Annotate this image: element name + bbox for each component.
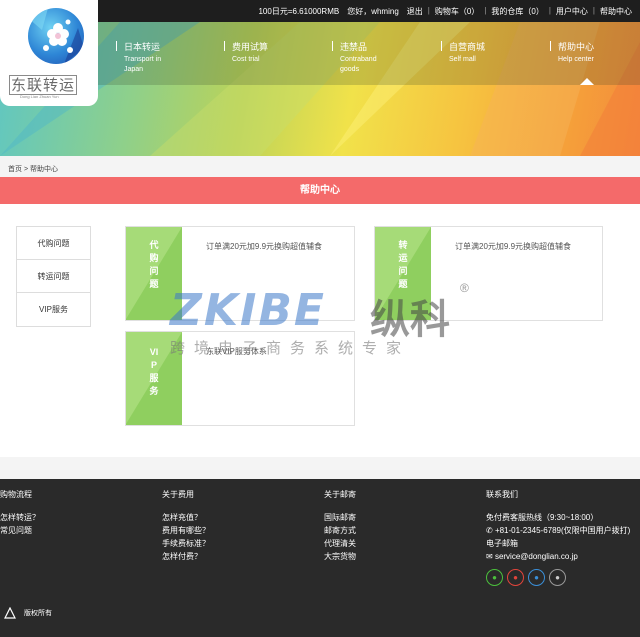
card-side-panel: 代购问题: [126, 227, 182, 320]
breadcrumb-separator: >: [23, 166, 29, 173]
footer-col-title: 关于邮寄: [324, 490, 356, 499]
weibo-icon[interactable]: ●: [507, 569, 524, 586]
hotline-text: 免付费客服热线（9:30~18:00）: [486, 513, 599, 522]
breadcrumb: 首页 > 帮助中心: [8, 164, 58, 174]
email-address[interactable]: service@donglian.co.jp: [495, 552, 578, 561]
qq-icon[interactable]: ●: [528, 569, 545, 586]
nav-sublabel: Contraband goods: [340, 56, 377, 73]
nav-cost-trial[interactable]: 费用试算 Cost trial: [224, 40, 269, 65]
card-text: 订单满20元加9.9元换购超值辅食: [455, 242, 572, 251]
apple-icon[interactable]: ●: [549, 569, 566, 586]
card-text: 订单满20元加9.9元换购超值辅食: [206, 242, 323, 251]
help-card-transport[interactable]: 转运问题 订单满20元加9.9元换购超值辅食: [374, 226, 603, 321]
nav-label: 费用试算: [232, 42, 269, 52]
nav-divider: [224, 41, 225, 51]
help-center-link[interactable]: 帮助中心: [596, 6, 636, 17]
footer-col-title: 购物流程: [0, 490, 32, 499]
footer-link[interactable]: 代理清关: [324, 537, 356, 550]
help-content: 代购问题 转运问题 VIP服务 代购问题 订单满20元加9.9元换购超值辅食 转…: [0, 204, 640, 457]
footer-link[interactable]: 怎样充值？: [162, 511, 210, 524]
user-center-link[interactable]: 用户中心: [552, 6, 592, 17]
wechat-icon[interactable]: ●: [486, 569, 503, 586]
footer-col-title: 联系我们: [486, 490, 518, 499]
top-links: 100日元=6.61000RMB 您好，whming 退出 | 购物车（0） |…: [254, 6, 636, 17]
logo-text: 东联转运: [9, 75, 78, 95]
footer-col-title: 关于费用: [162, 490, 194, 499]
footer-col-shopping: 购物流程 怎样转运？ 常见问题: [0, 489, 40, 537]
warehouse-link[interactable]: 我的仓库（0）: [487, 6, 547, 17]
sidebar-item-vip[interactable]: VIP服务: [17, 293, 90, 326]
nav-transport[interactable]: 日本转运 Transport in Japan: [116, 40, 174, 75]
nav-sublabel: Transport in Japan: [124, 56, 162, 73]
site-footer: 购物流程 怎样转运？ 常见问题 关于费用 怎样充值？ 费用有哪些？ 手续费标准？…: [0, 479, 640, 637]
footer-col-shipping: 关于邮寄 国际邮寄 邮寄方式 代理清关 大宗货物: [324, 489, 356, 563]
nav-self-mall[interactable]: 自营商城 Self mall: [441, 40, 486, 65]
site-logo[interactable]: 东联转运 Dong Lian Zhuan Yun: [0, 0, 98, 106]
exchange-rate: 100日元=6.61000RMB: [258, 7, 340, 16]
nav-label: 日本转运: [124, 42, 161, 52]
phone-icon: ✆: [486, 526, 493, 535]
nav-help-center[interactable]: 帮助中心 Help center: [550, 40, 595, 65]
logout-link[interactable]: 退出: [403, 6, 427, 17]
phone-row: ✆ +81-01-2345-6789(仅限中国用户拨打): [486, 524, 630, 537]
nav-sublabel: Self mall: [449, 56, 476, 63]
copyright-text: 版权所有: [24, 610, 52, 617]
page-title: 帮助中心: [0, 177, 640, 204]
footer-link[interactable]: 怎样付费？: [162, 550, 210, 563]
flower-icon: [28, 8, 84, 64]
card-label: VIP服务: [149, 347, 159, 396]
sidebar-item-transport[interactable]: 转运问题: [17, 260, 90, 293]
footer-col-contact: 联系我们 免付费客服热线（9:30~18:00） ✆ +81-01-2345-6…: [486, 489, 630, 586]
footer-link[interactable]: 国际邮寄: [324, 511, 356, 524]
nav-divider: [332, 41, 333, 51]
help-card-purchase[interactable]: 代购问题 订单满20元加9.9元换购超值辅食: [125, 226, 355, 321]
card-label: 代购问题: [149, 240, 159, 289]
footer-col-fees: 关于费用 怎样充值？ 费用有哪些？ 手续费标准？ 怎样付费？: [162, 489, 210, 563]
mail-icon: ✉: [486, 552, 493, 561]
cart-link[interactable]: 购物车（0）: [431, 6, 483, 17]
nav-label: 自营商城: [449, 42, 486, 52]
card-text: 东联VIP服务体系: [206, 347, 267, 356]
nav-divider: [116, 41, 117, 51]
nav-sublabel: Help center: [558, 56, 594, 63]
nav-contraband[interactable]: 违禁品 Contraband goods: [332, 40, 385, 75]
logo-globe-icon: [28, 8, 84, 64]
nav-divider: [550, 41, 551, 51]
breadcrumb-home[interactable]: 首页: [8, 166, 22, 173]
email-label: 电子邮箱: [486, 539, 518, 548]
nav-sublabel: Cost trial: [232, 56, 260, 63]
footer-link[interactable]: 大宗货物: [324, 550, 356, 563]
help-sidebar: 代购问题 转运问题 VIP服务: [16, 226, 91, 327]
footer-link[interactable]: 常见问题: [0, 524, 40, 537]
social-links: ● ● ● ●: [486, 569, 630, 586]
footer-link[interactable]: 邮寄方式: [324, 524, 356, 537]
logo-pinyin: Dong Lian Zhuan Yun: [20, 94, 59, 99]
copyright: 版权所有: [4, 607, 52, 619]
triangle-logo-icon: [4, 607, 16, 619]
greeting: 您好，whming: [347, 7, 399, 16]
breadcrumb-current: 帮助中心: [30, 166, 58, 173]
footer-link[interactable]: 怎样转运？: [0, 511, 40, 524]
sidebar-item-purchase[interactable]: 代购问题: [17, 227, 90, 260]
help-card-vip[interactable]: VIP服务 东联VIP服务体系: [125, 331, 355, 426]
card-label: 转运问题: [398, 240, 408, 289]
footer-link[interactable]: 手续费标准？: [162, 537, 210, 550]
nav-label: 帮助中心: [558, 42, 595, 52]
nav-divider: [441, 41, 442, 51]
logo-wordmark: 东联转运: [9, 74, 78, 95]
footer-link[interactable]: 费用有哪些？: [162, 524, 210, 537]
nav-label: 违禁品: [340, 42, 368, 52]
email-row: ✉ service@donglian.co.jp: [486, 550, 630, 563]
card-side-panel: VIP服务: [126, 332, 182, 425]
active-nav-indicator: [580, 78, 594, 85]
card-side-panel: 转运问题: [375, 227, 431, 320]
phone-number: +81-01-2345-6789(仅限中国用户拨打): [494, 526, 631, 535]
